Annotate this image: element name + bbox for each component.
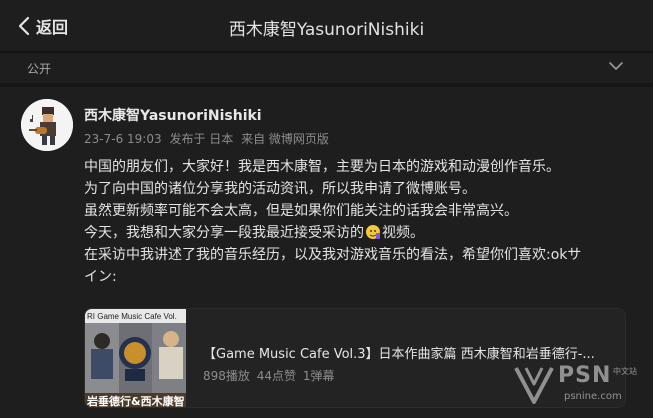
post-line: イン:: [84, 269, 117, 285]
video-plays: 898播放: [203, 369, 250, 383]
visibility-label: 公开: [27, 62, 52, 76]
avatar[interactable]: [21, 99, 73, 151]
svg-text:岩垂德行&西木康智: 岩垂德行&西木康智: [86, 394, 185, 408]
top-bar: 返回 西木康智YasunoriNishiki: [0, 0, 653, 52]
post-line: 中国的朋友们，大家好！我是西木康智，主要为日本的游戏和动漫创作音乐。: [84, 159, 560, 175]
post-time[interactable]: 23-7-6 19:03: [84, 132, 162, 146]
visibility-selector[interactable]: 公开: [0, 53, 653, 83]
video-comments: 1弹幕: [302, 369, 335, 383]
post-location: 发布于 日本: [169, 132, 234, 146]
psnine-watermark: PSN 中文站 psnine.com: [514, 362, 644, 410]
author-name[interactable]: 西木康智YasunoriNishiki: [84, 105, 262, 125]
chevron-down-icon[interactable]: [609, 61, 623, 71]
post-line: 虽然更新频率可能不会太高，但是如果你们能关注的话我会非常高兴。: [84, 203, 518, 219]
video-stats: 898播放 44点赞 1弹幕: [203, 367, 337, 384]
post-line: 为了向中国的诸位分享我的活动资讯，所以我申请了微博账号。: [84, 181, 476, 197]
watermark-url: psnine.com: [564, 391, 622, 402]
psnine-logo-icon: [514, 367, 554, 404]
post-meta: 23-7-6 19:03 发布于 日本 来自 微博网页版: [84, 130, 333, 147]
post-body: 中国的朋友们，大家好！我是西木康智，主要为日本的游戏和动漫创作音乐。 为了向中国…: [84, 156, 629, 288]
microphone-emoji-icon: [366, 225, 380, 239]
page-title: 西木康智YasunoriNishiki: [228, 20, 425, 40]
post-line: 今天，我想和大家分享一段我最近接受采访的 视频。: [84, 225, 424, 241]
post-source: 来自 微博网页版: [241, 132, 329, 146]
video-thumbnail[interactable]: RI Game Music Cafe Vol. 岩垂德行&西木康智: [85, 309, 186, 408]
watermark-brand: PSN: [558, 363, 612, 388]
watermark-brand-cn: 中文站: [613, 367, 637, 376]
post-line: 在采访中我讲述了我的音乐经历，以及我对游戏音乐的看法，希望你们喜欢:okサ: [84, 247, 582, 263]
video-likes: 44点赞: [256, 369, 297, 383]
svg-text:RI Game Music Cafe Vol.: RI Game Music Cafe Vol.: [87, 312, 177, 321]
video-title[interactable]: 【Game Music Cafe Vol.3】日本作曲家篇 西木康智和岩垂德行-…: [203, 343, 613, 362]
